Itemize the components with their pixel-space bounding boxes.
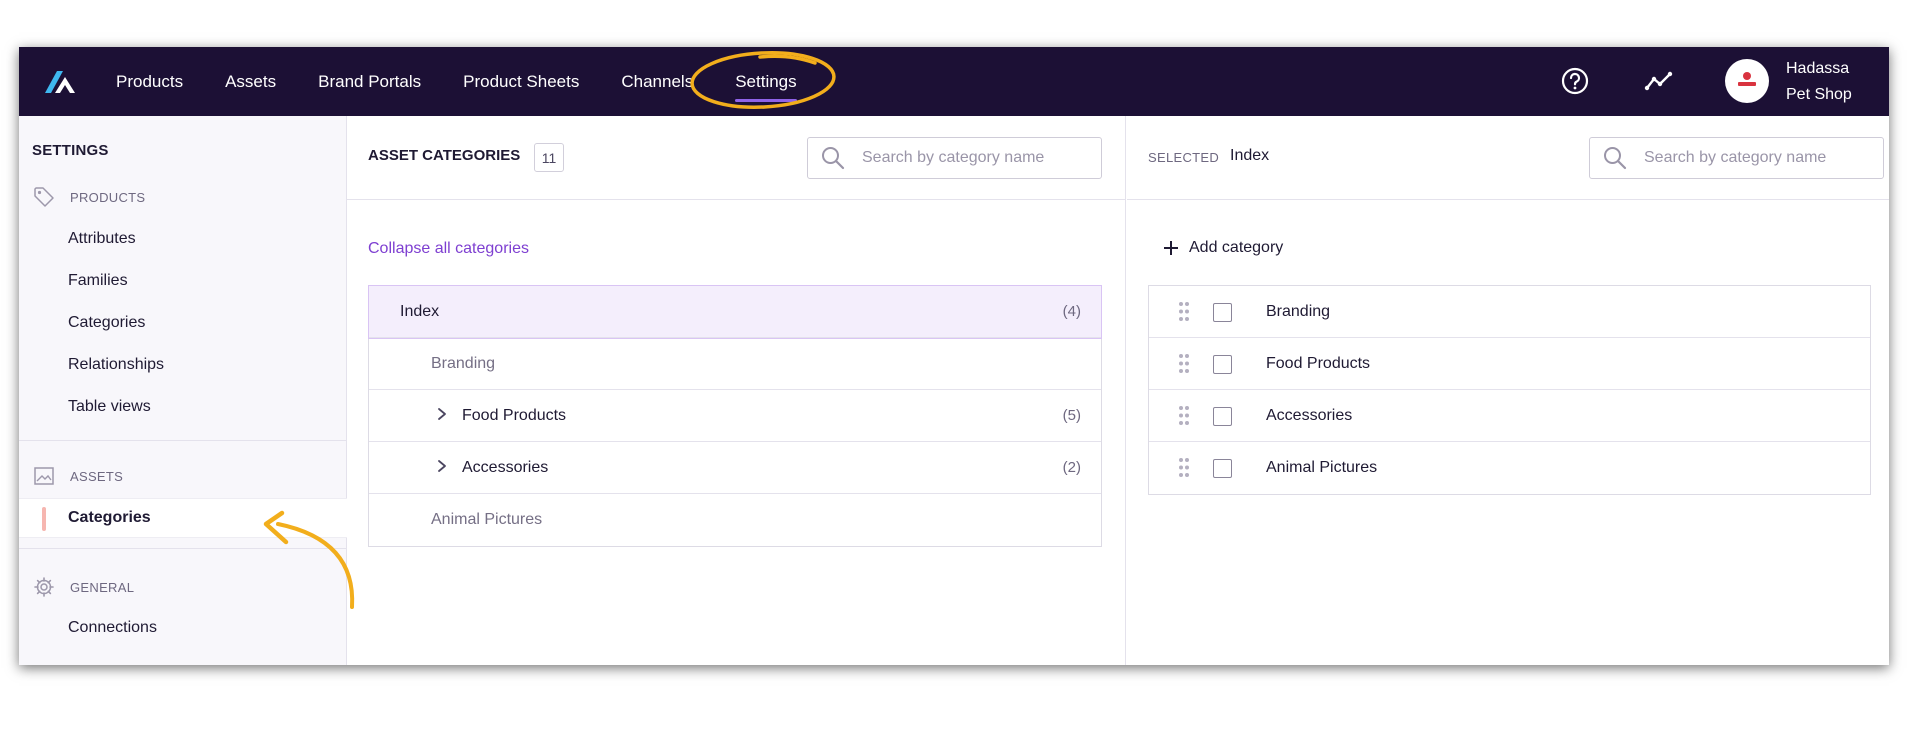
nav-assets[interactable]: Assets (225, 72, 276, 92)
tree-row-count: (5) (1062, 407, 1081, 424)
active-indicator (42, 507, 46, 531)
list-item[interactable]: Animal Pictures (1149, 442, 1870, 494)
nav-product-sheets[interactable]: Product Sheets (463, 72, 579, 92)
search-icon (822, 147, 845, 170)
activity-trend-icon[interactable] (1644, 66, 1674, 96)
drag-handle-icon[interactable] (1178, 405, 1190, 426)
settings-sidebar: SETTINGS PRODUCTS Attributes Families Ca… (19, 116, 347, 665)
sidebar-item-attributes[interactable]: Attributes (68, 230, 136, 248)
drag-handle-icon[interactable] (1178, 457, 1190, 478)
sidebar-section-label: PRODUCTS (70, 189, 146, 205)
collapse-all-categories-link[interactable]: Collapse all categories (368, 240, 529, 258)
tree-row-label: Animal Pictures (431, 511, 543, 528)
user-name: Hadassa (1786, 60, 1850, 77)
nav-channels[interactable]: Channels (621, 72, 693, 92)
user-info[interactable]: Hadassa Pet Shop (1786, 56, 1852, 108)
chevron-right-icon[interactable] (435, 459, 449, 473)
category-count-badge: 11 (534, 143, 564, 172)
pet-shop-logo-icon (1738, 72, 1756, 86)
drag-handle-icon[interactable] (1178, 301, 1190, 322)
sidebar-section-general: GENERAL (32, 575, 134, 599)
add-category-button[interactable]: Add category (1163, 239, 1283, 257)
nav-products[interactable]: Products (116, 72, 183, 92)
selected-value: Index (1230, 147, 1270, 164)
panel-title: ASSET CATEGORIES (368, 147, 521, 164)
row-checkbox[interactable] (1213, 355, 1232, 374)
search-icon (1604, 147, 1627, 170)
app-logo-icon[interactable] (43, 69, 77, 95)
selected-label: SELECTED (1148, 150, 1220, 165)
list-item-label: Branding (1266, 302, 1331, 320)
tree-row-count: (2) (1062, 459, 1081, 476)
tree-row-label: Branding (431, 354, 496, 372)
plus-icon (1164, 241, 1178, 255)
tree-row-animal-pictures[interactable]: Animal Pictures (369, 494, 1101, 546)
sidebar-item-families[interactable]: Families (68, 272, 128, 290)
top-navigation-bar: Products Assets Brand Portals Product Sh… (19, 47, 1889, 116)
list-item[interactable]: Food Products (1149, 338, 1870, 390)
list-item-label: Animal Pictures (1266, 459, 1378, 476)
sidebar-item-asset-categories[interactable]: Categories (19, 498, 347, 538)
sidebar-section-assets: ASSETS (32, 464, 123, 488)
sidebar-divider (19, 548, 347, 549)
image-icon (32, 464, 56, 488)
category-search[interactable] (807, 137, 1102, 179)
subcategory-list: Branding Food Products Accessories Anima… (1148, 285, 1871, 495)
tree-row-index[interactable]: Index (4) (368, 285, 1102, 339)
tree-row-label: Food Products (462, 406, 567, 424)
tree-row-label: Accessories (462, 458, 549, 476)
nav-settings[interactable]: Settings (735, 72, 798, 102)
category-search-input[interactable] (862, 149, 1082, 167)
main-nav: Products Assets Brand Portals Product Sh… (116, 47, 839, 116)
asset-categories-panel: ASSET CATEGORIES 11 Collapse all categor… (347, 116, 1126, 665)
tree-row-branding[interactable]: Branding (369, 338, 1101, 390)
list-item[interactable]: Branding (1149, 286, 1870, 338)
list-item-label: Accessories (1266, 406, 1353, 424)
sidebar-divider (19, 440, 347, 441)
add-category-label: Add category (1189, 239, 1284, 256)
sidebar-section-label: ASSETS (70, 468, 124, 484)
sidebar-item-connections[interactable]: Connections (68, 619, 157, 637)
panel-header: ASSET CATEGORIES 11 (347, 116, 1125, 200)
sidebar-item-product-categories[interactable]: Categories (68, 314, 145, 332)
list-item[interactable]: Accessories (1149, 390, 1870, 442)
subcategory-search-input[interactable] (1644, 149, 1864, 167)
sidebar-title: SETTINGS (32, 142, 109, 159)
sidebar-item-relationships[interactable]: Relationships (68, 356, 164, 374)
tree-row-accessories[interactable]: Accessories (2) (369, 442, 1101, 494)
user-avatar[interactable] (1725, 59, 1769, 103)
tree-row-food-products[interactable]: Food Products (5) (369, 390, 1101, 442)
selected-category-panel: SELECTED Index Add category Branding Foo… (1127, 116, 1889, 665)
gear-icon (32, 575, 56, 599)
sidebar-section-label: GENERAL (70, 579, 135, 595)
list-item-label: Food Products (1266, 354, 1371, 372)
panel-header: SELECTED Index (1127, 116, 1889, 200)
tree-row-label: Index (400, 302, 440, 320)
sidebar-item-label: Categories (68, 509, 151, 526)
user-org: Pet Shop (1786, 86, 1852, 103)
sidebar-item-table-views[interactable]: Table views (68, 398, 151, 416)
nav-brand-portals[interactable]: Brand Portals (318, 72, 421, 92)
tree-row-count: (4) (1062, 303, 1081, 320)
chevron-right-icon[interactable] (435, 407, 449, 421)
tag-icon (32, 185, 56, 209)
app-window: Products Assets Brand Portals Product Sh… (19, 47, 1889, 665)
help-circle-icon[interactable] (1560, 66, 1590, 96)
row-checkbox[interactable] (1213, 303, 1232, 322)
drag-handle-icon[interactable] (1178, 353, 1190, 374)
row-checkbox[interactable] (1213, 407, 1232, 426)
sidebar-section-products: PRODUCTS (32, 185, 145, 209)
row-checkbox[interactable] (1213, 459, 1232, 478)
category-tree: Index (4) Branding Food Products (5) Acc… (368, 285, 1102, 547)
subcategory-search[interactable] (1589, 137, 1884, 179)
